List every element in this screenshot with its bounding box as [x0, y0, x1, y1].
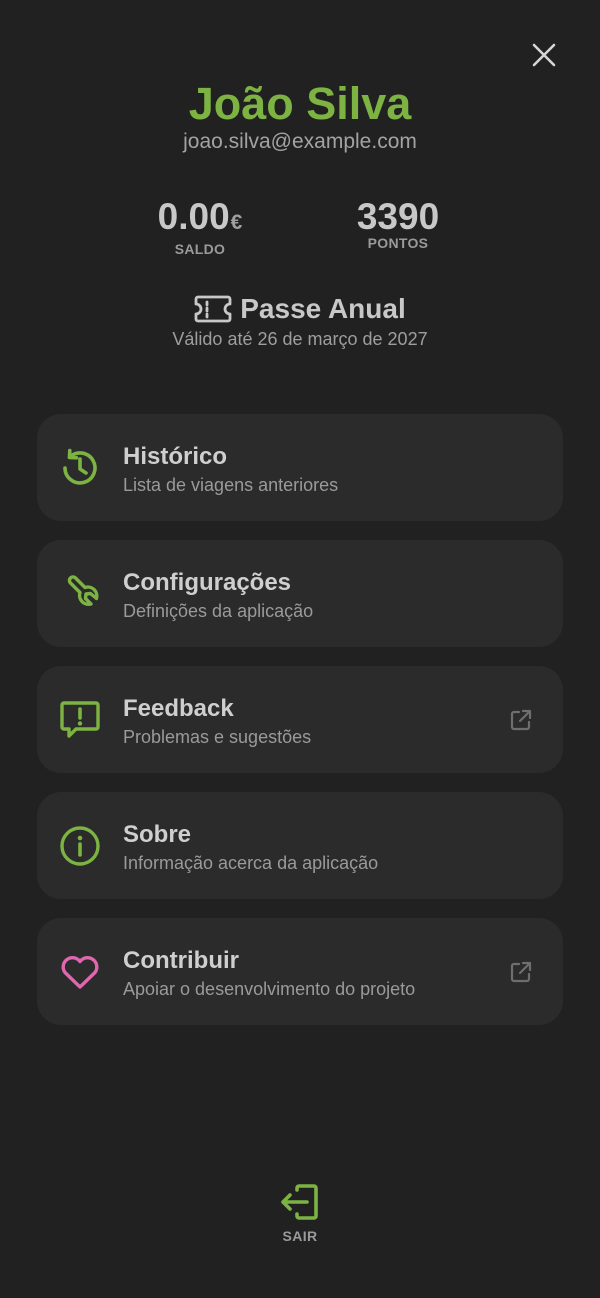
logout-button[interactable]: SAIR [260, 1180, 340, 1250]
info-icon [57, 823, 103, 869]
menu-item-history[interactable]: Histórico Lista de viagens anteriores [37, 414, 563, 521]
close-button[interactable] [524, 35, 564, 75]
menu-item-title: Sobre [123, 821, 192, 848]
menu-item-contribute[interactable]: Contribuir Apoiar o desenvolvimento do p… [37, 918, 563, 1025]
menu-item-subtitle: Informação acerca da aplicação [123, 853, 379, 873]
menu-item-title: Feedback [123, 695, 234, 722]
points-value: 3390 [356, 196, 440, 237]
pass-title: Passe Anual [240, 293, 406, 324]
balance-stat: 0.00 € SALDO [120, 196, 280, 257]
menu-item-settings[interactable]: Configurações Definições da aplicação [37, 540, 563, 647]
menu-item-subtitle: Definições da aplicação [123, 601, 314, 621]
heart-icon [57, 949, 103, 995]
balance-value-row: 0.00 € [120, 196, 280, 244]
menu-item-title: Contribuir [123, 947, 239, 974]
points-stat: 3390 PONTOS [318, 196, 478, 251]
menu-item-feedback[interactable]: Feedback Problemas e sugestões [37, 666, 563, 773]
profile-screen: João Silva joao.silva@example.com 0.00 € … [0, 0, 600, 1298]
close-icon [532, 43, 556, 67]
menu-item-subtitle: Apoiar o desenvolvimento do projeto [123, 979, 416, 999]
external-link-icon [507, 706, 535, 734]
balance-label: SALDO [174, 241, 226, 257]
balance-currency: € [230, 211, 243, 234]
logout-label: SAIR [282, 1228, 318, 1244]
menu-item-title: Histórico [123, 443, 228, 470]
profile-email: joao.silva@example.com [183, 130, 417, 153]
menu-item-subtitle: Lista de viagens anteriores [123, 475, 339, 495]
balance-value: 0.00 [157, 196, 230, 237]
history-icon [57, 445, 103, 491]
menu-item-title: Configurações [123, 569, 292, 596]
ticket-icon [194, 293, 232, 325]
points-label: PONTOS [367, 235, 429, 251]
pass-validity: Válido até 26 de março de 2027 [172, 329, 428, 349]
external-link-icon [507, 958, 535, 986]
profile-name: João Silva [188, 78, 412, 129]
points-value-row: 3390 [318, 196, 478, 238]
menu-item-about[interactable]: Sobre Informação acerca da aplicação [37, 792, 563, 899]
message-alert-icon [57, 697, 103, 743]
pass-row: Passe Anual [0, 291, 600, 327]
wrench-icon [57, 571, 103, 617]
menu-item-subtitle: Problemas e sugestões [123, 727, 312, 747]
logout-icon [260, 1180, 340, 1226]
